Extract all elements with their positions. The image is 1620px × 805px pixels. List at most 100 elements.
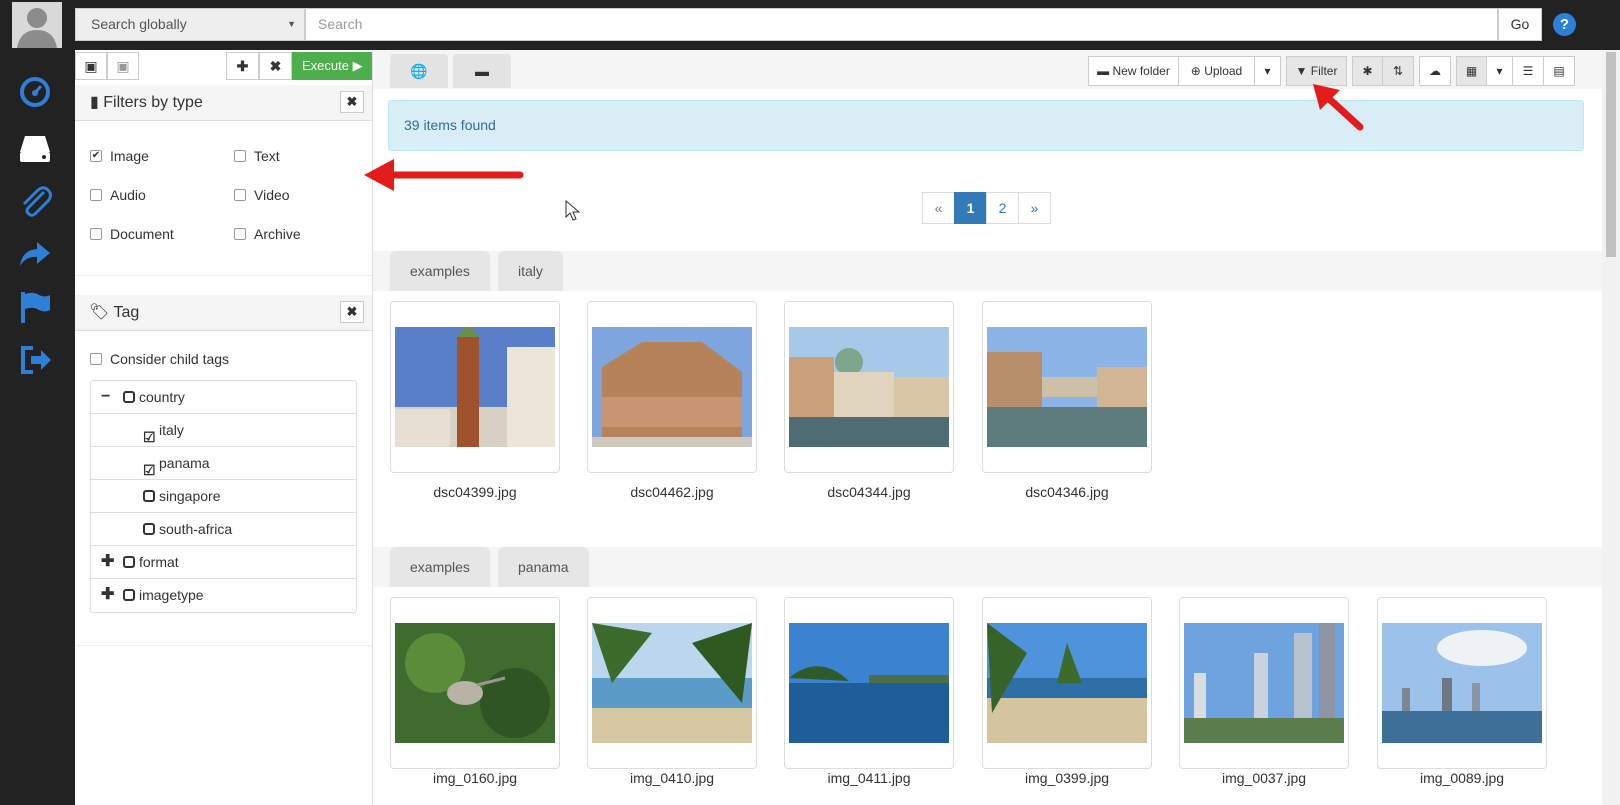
user-avatar[interactable] xyxy=(12,2,62,48)
checkbox[interactable] xyxy=(234,150,246,162)
remove-icon[interactable]: ✖ xyxy=(259,52,292,80)
file-name[interactable]: dsc04344.jpg xyxy=(784,484,954,500)
thumbnail-card[interactable] xyxy=(784,301,954,473)
file-name[interactable]: img_0037.jpg xyxy=(1179,770,1349,786)
help-icon[interactable]: ? xyxy=(1553,13,1576,36)
type-checkbox-document[interactable]: Document xyxy=(90,226,174,242)
thumbnail-card[interactable] xyxy=(784,597,954,769)
pager-prev-button[interactable]: « xyxy=(922,192,955,224)
tree-node-south-africa[interactable]: south-africa xyxy=(91,513,356,546)
flag-icon[interactable] xyxy=(17,289,53,325)
thumbnail-card[interactable] xyxy=(390,597,560,769)
table-view-icon[interactable]: ▤ xyxy=(1543,56,1575,86)
expand-icon[interactable]: ✚ xyxy=(101,546,115,578)
tags-icon: 🏷 xyxy=(89,304,110,321)
type-checkbox-text[interactable]: Text xyxy=(234,148,280,164)
view-dropdown-button[interactable]: ▾ xyxy=(1486,56,1513,86)
type-checkbox-audio[interactable]: Audio xyxy=(90,187,146,203)
list-view-icon[interactable]: ☰ xyxy=(1512,56,1544,86)
file-name[interactable]: img_0399.jpg xyxy=(982,770,1152,786)
checkbox[interactable] xyxy=(234,189,246,201)
tag-select-box[interactable] xyxy=(143,523,155,535)
scrollbar-thumb[interactable] xyxy=(1606,52,1616,257)
grid-view-icon[interactable]: ▦ xyxy=(1456,56,1487,86)
drive-tab-icon[interactable]: ▬ xyxy=(453,54,511,88)
checkbox[interactable] xyxy=(90,228,102,240)
pager-next-button[interactable]: » xyxy=(1018,192,1051,224)
checkbox[interactable] xyxy=(90,189,102,201)
thumbnail-image xyxy=(987,327,1147,447)
file-name[interactable]: dsc04462.jpg xyxy=(587,484,757,500)
checkbox-checked[interactable]: ✔ xyxy=(90,150,102,162)
type-label: Image xyxy=(110,148,149,164)
file-name[interactable]: img_0411.jpg xyxy=(784,770,954,786)
file-name[interactable]: img_0410.jpg xyxy=(587,770,757,786)
vertical-scrollbar[interactable] xyxy=(1602,50,1620,805)
type-label: Document xyxy=(110,226,174,242)
close-tag-button[interactable]: ✖ xyxy=(340,301,364,323)
pager-page-2[interactable]: 2 xyxy=(986,192,1019,224)
checkbox[interactable] xyxy=(90,353,102,365)
tree-node-label: panama xyxy=(159,455,210,471)
tree-node-format[interactable]: ✚ format xyxy=(91,546,356,579)
tree-node-label: italy xyxy=(159,422,184,438)
tag-select-box[interactable] xyxy=(123,391,135,403)
tag-select-box[interactable] xyxy=(123,589,135,601)
globe-icon[interactable]: 🌐 xyxy=(390,54,448,88)
tree-node-country[interactable]: − country xyxy=(91,381,356,414)
go-button[interactable]: Go xyxy=(1498,8,1542,41)
close-filters-button[interactable]: ✖ xyxy=(340,91,364,113)
checkbox[interactable] xyxy=(234,228,246,240)
thumbnail-card[interactable] xyxy=(390,301,560,473)
add-icon[interactable]: ✚ xyxy=(226,52,259,80)
file-name[interactable]: img_0160.jpg xyxy=(390,770,560,786)
global-search-select[interactable]: Search globally ▼ xyxy=(75,8,305,41)
thumbnail-card[interactable] xyxy=(587,597,757,769)
file-name[interactable]: dsc04346.jpg xyxy=(982,484,1152,500)
share-icon[interactable] xyxy=(17,236,53,272)
crumb-tab[interactable]: italy xyxy=(498,251,563,291)
thumbnail-card[interactable] xyxy=(982,301,1152,473)
thumbnail-card[interactable] xyxy=(1377,597,1547,769)
main-content: 🌐 ▬ ▬ New folder ⊕ Upload ▾ ▼ Filter ✱ ⇅… xyxy=(373,50,1602,805)
thumbnail-image xyxy=(987,623,1147,743)
tree-node-imagetype[interactable]: ✚ imagetype xyxy=(91,579,356,612)
collapse-icon[interactable]: − xyxy=(101,381,115,413)
attachment-icon[interactable] xyxy=(17,183,53,219)
new-folder-button[interactable]: ▬ New folder xyxy=(1088,56,1179,86)
sort-icon[interactable]: ⇅ xyxy=(1382,56,1414,86)
tag-select-box[interactable] xyxy=(143,490,155,502)
tree-node-label: south-africa xyxy=(159,521,233,537)
crumb-tab[interactable]: examples xyxy=(390,251,490,291)
logout-icon[interactable] xyxy=(17,342,53,378)
save-icon[interactable]: ▣ xyxy=(75,52,107,80)
thumbnail-card[interactable] xyxy=(587,301,757,473)
consider-child-tags-checkbox[interactable]: Consider child tags xyxy=(90,351,229,367)
upload-button[interactable]: ⊕ Upload xyxy=(1178,56,1255,86)
tree-node-singapore[interactable]: singapore xyxy=(91,480,356,513)
type-checkbox-video[interactable]: Video xyxy=(234,187,290,203)
thumbnail-card[interactable] xyxy=(1179,597,1349,769)
crumb-tab[interactable]: examples xyxy=(390,547,490,587)
filters-by-type-title: Filters by type xyxy=(103,94,203,111)
upload-dropdown-button[interactable]: ▾ xyxy=(1254,56,1281,86)
thumbnail-image xyxy=(1184,623,1344,743)
execute-button[interactable]: Execute ▶ xyxy=(292,52,372,80)
search-input[interactable]: Search xyxy=(305,8,1498,41)
save-as-icon[interactable]: ▣ xyxy=(107,52,139,80)
file-name[interactable]: img_0089.jpg xyxy=(1377,770,1547,786)
pager-page-1[interactable]: 1 xyxy=(954,192,987,224)
dashboard-icon[interactable] xyxy=(17,74,53,110)
type-checkbox-image[interactable]: ✔ Image xyxy=(90,148,149,164)
type-checkbox-archive[interactable]: Archive xyxy=(234,226,301,242)
expand-icon[interactable]: ✚ xyxy=(101,579,115,611)
cloud-download-icon[interactable]: ☁ xyxy=(1419,56,1451,86)
tree-node-panama[interactable]: ☑ panama xyxy=(91,447,356,480)
crumb-tab[interactable]: panama xyxy=(498,547,589,587)
file-name[interactable]: dsc04399.jpg xyxy=(390,484,560,500)
drive-icon[interactable] xyxy=(17,130,53,166)
tag-select-box[interactable] xyxy=(123,556,135,568)
thumbnail-image xyxy=(789,623,949,743)
tree-node-italy[interactable]: ☑ italy xyxy=(91,414,356,447)
thumbnail-card[interactable] xyxy=(982,597,1152,769)
